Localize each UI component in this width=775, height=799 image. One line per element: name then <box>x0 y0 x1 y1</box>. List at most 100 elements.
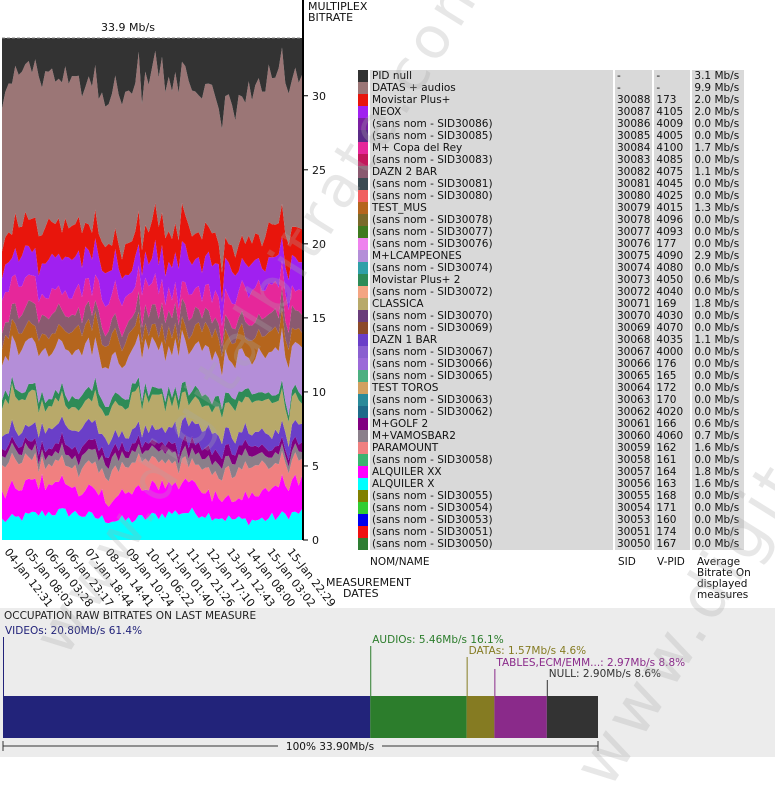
legend-row: M+GOLF 2 30061 166 0.6 Mb/s <box>358 418 745 430</box>
legend-row: (sans nom - SID30085) 30085 4005 0.0 Mb/s <box>358 130 745 142</box>
legend-sid: 30051 <box>615 525 653 538</box>
legend-vpid: 174 <box>654 526 691 538</box>
legend-swatch <box>358 82 368 94</box>
legend-swatch <box>358 310 368 322</box>
legend-row: (sans nom - SID30077) 30077 4093 0.0 Mb/s <box>358 226 745 238</box>
legend-name: (sans nom - SID30050) <box>370 538 613 550</box>
legend-name: M+VAMOSBAR2 <box>370 430 613 442</box>
legend-bitrate: 1.6 Mb/s <box>692 442 745 454</box>
legend-row: Movistar Plus+ 2 30073 4050 0.6 Mb/s <box>358 274 745 286</box>
legend-bitrate: 0.0 Mb/s <box>692 262 745 274</box>
legend-name: M+ Copa del Rey <box>370 142 613 154</box>
legend-row: M+LCAMPEONES 30075 4090 2.9 Mb/s <box>358 249 745 262</box>
legend-header-vpid: V-PID <box>657 556 685 568</box>
legend-row: (sans nom - SID30081) 30081 4045 0.0 Mb/s <box>358 178 745 190</box>
legend-vpid: - <box>654 70 691 82</box>
legend-swatch <box>358 190 368 202</box>
legend-name: (sans nom - SID30069) <box>370 322 613 334</box>
legend-sid: 30078 <box>615 213 653 226</box>
legend-sid: 30056 <box>615 477 653 490</box>
legend-bitrate: 0.0 Mb/s <box>692 394 745 406</box>
legend-name: DAZN 2 BAR <box>370 166 613 178</box>
legend-vpid: 4030 <box>654 310 691 322</box>
legend-swatch <box>358 94 368 106</box>
y-tick-label: 0 <box>312 534 319 547</box>
legend-swatch <box>358 214 368 226</box>
legend-bitrate: 2.9 Mb/s <box>692 250 745 262</box>
legend-vpid: 4040 <box>654 286 691 298</box>
legend-vpid: 4075 <box>654 166 691 178</box>
legend-swatch <box>358 418 368 430</box>
legend-name: TEST_MUS <box>370 202 613 214</box>
legend-header-bitrate: Average Bitrate On displayed measures <box>697 556 751 601</box>
y-axis-title: BITRATE <box>308 11 353 24</box>
legend-swatch <box>358 202 368 214</box>
legend-bitrate: 1.7 Mb/s <box>692 142 745 154</box>
legend-row: (sans nom - SID30070) 30070 4030 0.0 Mb/s <box>358 310 745 322</box>
legend-swatch <box>358 406 368 418</box>
y-tick-label: 5 <box>312 460 319 473</box>
legend-swatch <box>358 286 368 298</box>
legend-vpid: 4050 <box>654 274 691 286</box>
occupation-label: DATAs: 1.57Mb/s 4.6% <box>469 645 587 657</box>
legend-vpid: 165 <box>654 370 691 382</box>
legend-name: (sans nom - SID30086) <box>370 118 613 130</box>
legend-name: (sans nom - SID30058) <box>370 454 613 466</box>
legend-vpid: 160 <box>654 514 691 526</box>
legend-vpid: 172 <box>654 382 691 394</box>
legend-swatch <box>358 358 368 370</box>
y-tick-label: 10 <box>312 386 326 399</box>
legend-bitrate: 0.0 Mb/s <box>692 382 745 394</box>
occupation-label: VIDEOs: 20.80Mb/s 61.4% <box>5 625 142 637</box>
legend-vpid: 4100 <box>654 142 691 154</box>
occupation-total-label: 100% 33.90Mb/s <box>286 741 374 753</box>
legend-name: (sans nom - SID30076) <box>370 238 613 250</box>
legend-swatch <box>358 538 368 550</box>
legend-vpid: 4000 <box>654 346 691 358</box>
legend-swatch <box>358 250 368 262</box>
legend-name: (sans nom - SID30078) <box>370 214 613 226</box>
legend-row: DATAS + audios - -9.9 Mb/s <box>358 82 745 94</box>
legend-bitrate: 0.7 Mb/s <box>692 430 745 442</box>
legend-row: (sans nom - SID30083) 30083 4085 0.0 Mb/s <box>358 154 745 166</box>
legend-sid: 30088 <box>615 93 653 106</box>
legend-name: DATAS + audios <box>370 82 613 94</box>
legend-name: (sans nom - SID30072) <box>370 286 613 298</box>
legend-name: (sans nom - SID30062) <box>370 406 613 418</box>
legend-bitrate: 0.0 Mb/s <box>692 154 745 166</box>
legend-swatch <box>358 274 368 286</box>
legend-vpid: 4025 <box>654 190 691 202</box>
legend-row: DAZN 2 BAR 30082 4075 1.1 Mb/s <box>358 166 745 178</box>
legend-name: (sans nom - SID30070) <box>370 310 613 322</box>
legend-name: TEST TOROS <box>370 382 613 394</box>
legend-swatch <box>358 490 368 502</box>
legend-bitrate: 0.0 Mb/s <box>692 490 745 502</box>
legend-bitrate: 1.8 Mb/s <box>692 298 745 310</box>
legend-vpid: 162 <box>654 442 691 454</box>
occupation-segment <box>370 696 467 738</box>
legend-row: (sans nom - SID30069) 30069 4070 0.0 Mb/s <box>358 322 745 334</box>
legend-vpid: 4096 <box>654 214 691 226</box>
legend-name: NEOX <box>370 106 613 118</box>
legend-sid: 30076 <box>615 237 653 250</box>
legend-sid: 30075 <box>615 249 653 262</box>
legend-bitrate: 9.9 Mb/s <box>692 82 745 94</box>
legend-sid: 30072 <box>615 285 653 298</box>
legend-row: (sans nom - SID30078) 30078 4096 0.0 Mb/s <box>358 213 745 226</box>
legend-name: (sans nom - SID30063) <box>370 394 613 406</box>
legend-row: M+ Copa del Rey 30084 4100 1.7 Mb/s <box>358 142 745 154</box>
legend-name: (sans nom - SID30066) <box>370 358 613 370</box>
legend-bitrate: 0.0 Mb/s <box>692 226 745 238</box>
legend-bitrate: 0.6 Mb/s <box>692 418 745 430</box>
legend-vpid: 4020 <box>654 406 691 418</box>
legend-sid: - <box>615 70 653 82</box>
legend-row: NEOX 30087 4105 2.0 Mb/s <box>358 106 745 118</box>
legend-swatch <box>358 154 368 166</box>
legend-sid: 30053 <box>615 513 653 526</box>
legend-name: (sans nom - SID30055) <box>370 490 613 502</box>
legend-bitrate: 0.0 Mb/s <box>692 286 745 298</box>
legend-swatch <box>358 382 368 394</box>
legend-vpid: 163 <box>654 478 691 490</box>
legend-bitrate: 0.6 Mb/s <box>692 274 745 286</box>
legend-vpid: 170 <box>654 394 691 406</box>
